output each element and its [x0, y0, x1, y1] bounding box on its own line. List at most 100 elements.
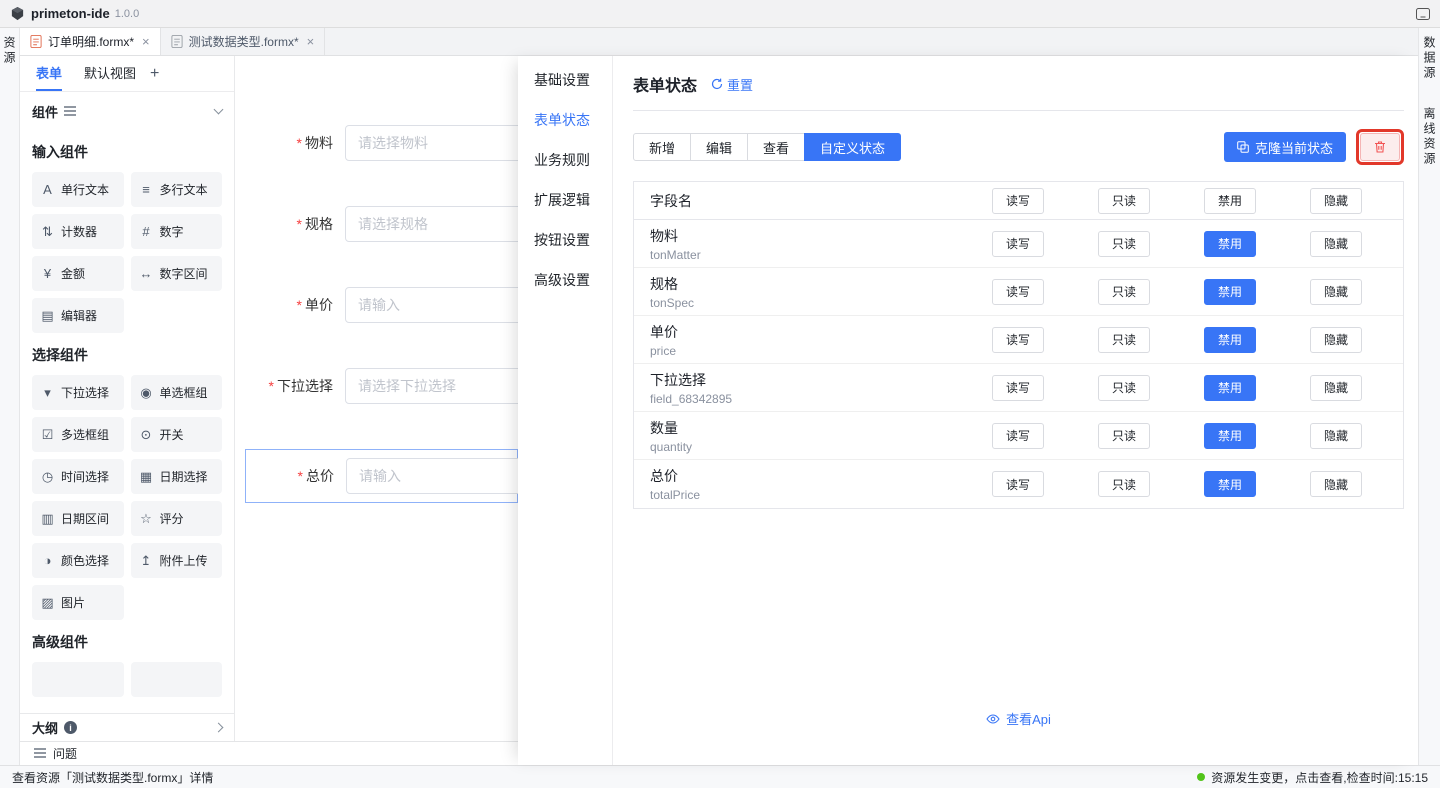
chevron-right-icon[interactable] — [214, 723, 224, 733]
mode-button[interactable]: 禁用 — [1204, 471, 1256, 497]
component-item[interactable]: ↔数字区间 — [131, 256, 223, 291]
mode-button[interactable]: 读写 — [992, 327, 1044, 353]
delete-state-button[interactable] — [1360, 133, 1400, 161]
mode-button[interactable]: 读写 — [992, 375, 1044, 401]
components-header[interactable]: 组件 — [32, 92, 222, 130]
component-item[interactable]: ↥附件上传 — [131, 543, 223, 578]
component-item[interactable]: ▤编辑器 — [32, 298, 124, 333]
file-tab-order-detail[interactable]: 订单明细.formx* × — [20, 28, 161, 55]
table-row: 单价price读写只读禁用隐藏 — [634, 316, 1403, 364]
status-right[interactable]: 资源发生变更，点击查看,检查时间:15:15 — [1197, 769, 1428, 786]
mode-button[interactable]: 隐藏 — [1310, 423, 1362, 449]
mode-button[interactable]: 隐藏 — [1310, 231, 1362, 257]
status-left-text[interactable]: 查看资源「测试数据类型.formx」详情 — [12, 769, 213, 786]
component-item[interactable]: ⇅计数器 — [32, 214, 124, 249]
component-item[interactable]: ◉单选框组 — [131, 375, 223, 410]
close-icon[interactable]: × — [142, 34, 150, 49]
mode-button[interactable]: 隐藏 — [1310, 327, 1362, 353]
problems-bar[interactable]: 问题 — [20, 741, 518, 765]
mode-button[interactable]: 禁用 — [1204, 279, 1256, 305]
reset-link[interactable]: 重置 — [711, 75, 753, 94]
titlebar: primeton-ide 1.0.0 — [0, 0, 1440, 28]
settings-nav-item[interactable]: 基础设置 — [518, 60, 612, 100]
header-mode-button[interactable]: 禁用 — [1204, 188, 1256, 214]
component-section-title: 选择组件 — [32, 345, 222, 365]
component-item[interactable]: ▦日期选择 — [131, 459, 223, 494]
field-input[interactable]: 请输入 — [346, 458, 518, 494]
mode-button[interactable]: 读写 — [992, 471, 1044, 497]
field-input[interactable]: 请选择下拉选择 — [345, 368, 518, 404]
component-item[interactable] — [131, 662, 223, 697]
field-input[interactable]: 请选择规格 — [345, 206, 518, 242]
component-type-icon: ↔ — [139, 266, 154, 281]
mode-button[interactable]: 读写 — [992, 423, 1044, 449]
component-type-icon: ¥ — [40, 266, 55, 281]
field-input[interactable]: 请输入 — [345, 287, 518, 323]
view-tab[interactable]: 默认视图 — [84, 56, 136, 91]
activity-resources[interactable]: 资源 — [1, 36, 18, 66]
state-tab[interactable]: 查看 — [747, 133, 805, 161]
settings-nav-item[interactable]: 高级设置 — [518, 260, 612, 300]
canvas-fields: *物料请选择物料*规格请选择规格*单价请输入*下拉选择请选择下拉选择*总价请输入 — [235, 125, 518, 503]
file-tab-test-datatype[interactable]: 测试数据类型.formx* × — [161, 28, 326, 55]
mode-button[interactable]: 只读 — [1098, 327, 1150, 353]
table-header-modes: 读写 只读 禁用 隐藏 — [965, 188, 1403, 214]
mode-button[interactable]: 只读 — [1098, 471, 1150, 497]
component-item[interactable]: ◷时间选择 — [32, 459, 124, 494]
mode-button[interactable]: 隐藏 — [1310, 279, 1362, 305]
component-item[interactable]: ☆评分 — [131, 501, 223, 536]
component-item[interactable]: ▾下拉选择 — [32, 375, 124, 410]
form-field-row: *物料请选择物料 — [235, 125, 518, 161]
settings-nav-item[interactable]: 业务规则 — [518, 140, 612, 180]
component-item[interactable]: ≡多行文本 — [131, 172, 223, 207]
component-item[interactable]: ▨图片 — [32, 585, 124, 620]
component-item[interactable]: ▥日期区间 — [32, 501, 124, 536]
activity-offline-resources[interactable]: 离线资源 — [1421, 107, 1438, 167]
state-tab[interactable]: 新增 — [633, 133, 691, 161]
activity-datasource[interactable]: 数据源 — [1421, 36, 1438, 81]
mode-button[interactable]: 禁用 — [1204, 327, 1256, 353]
state-tab[interactable]: 编辑 — [690, 133, 748, 161]
outline-bar[interactable]: 大纲 i — [20, 713, 234, 741]
settings-nav-item[interactable]: 按钮设置 — [518, 220, 612, 260]
component-item[interactable]: ¥金额 — [32, 256, 124, 291]
settings-nav-item[interactable]: 表单状态 — [518, 100, 612, 140]
window-layout-icon[interactable] — [1416, 8, 1430, 20]
state-tab[interactable]: 自定义状态 — [804, 133, 901, 161]
settings-nav-item[interactable]: 扩展逻辑 — [518, 180, 612, 220]
view-api-link[interactable]: 查看Api — [986, 709, 1051, 728]
component-item[interactable]: #数字 — [131, 214, 223, 249]
table-row: 物料tonMatter读写只读禁用隐藏 — [634, 220, 1403, 268]
clone-state-button[interactable]: 克隆当前状态 — [1224, 132, 1346, 162]
mode-button[interactable]: 读写 — [992, 279, 1044, 305]
mode-button[interactable]: 隐藏 — [1310, 375, 1362, 401]
header-mode-button[interactable]: 只读 — [1098, 188, 1150, 214]
header-mode-button[interactable]: 读写 — [992, 188, 1044, 214]
component-type-icon: ◑ — [40, 553, 55, 568]
outline-label: 大纲 — [32, 718, 58, 737]
mode-button[interactable]: 读写 — [992, 231, 1044, 257]
mode-button[interactable]: 只读 — [1098, 279, 1150, 305]
mode-button[interactable]: 隐藏 — [1310, 471, 1362, 497]
mode-button[interactable]: 禁用 — [1204, 423, 1256, 449]
mode-button[interactable]: 禁用 — [1204, 375, 1256, 401]
component-item[interactable]: ⊙开关 — [131, 417, 223, 452]
chevron-down-icon[interactable] — [214, 105, 224, 115]
row-field-name: price — [650, 344, 965, 358]
mode-button[interactable]: 只读 — [1098, 423, 1150, 449]
component-type-icon: ↥ — [139, 553, 154, 569]
header-mode-button[interactable]: 隐藏 — [1310, 188, 1362, 214]
mode-button[interactable]: 只读 — [1098, 375, 1150, 401]
close-icon[interactable]: × — [307, 34, 315, 49]
component-item[interactable]: A单行文本 — [32, 172, 124, 207]
mode-button[interactable]: 禁用 — [1204, 231, 1256, 257]
component-item[interactable] — [32, 662, 124, 697]
add-view-button[interactable]: + — [150, 65, 159, 83]
mode-button[interactable]: 只读 — [1098, 231, 1150, 257]
file-tabbar: 订单明细.formx* × 测试数据类型.formx* × — [20, 28, 1418, 56]
view-tab[interactable]: 表单 — [36, 56, 62, 91]
component-item[interactable]: ◑颜色选择 — [32, 543, 124, 578]
field-input[interactable]: 请选择物料 — [345, 125, 518, 161]
component-type-icon: ☑ — [40, 427, 55, 443]
component-item[interactable]: ☑多选框组 — [32, 417, 124, 452]
